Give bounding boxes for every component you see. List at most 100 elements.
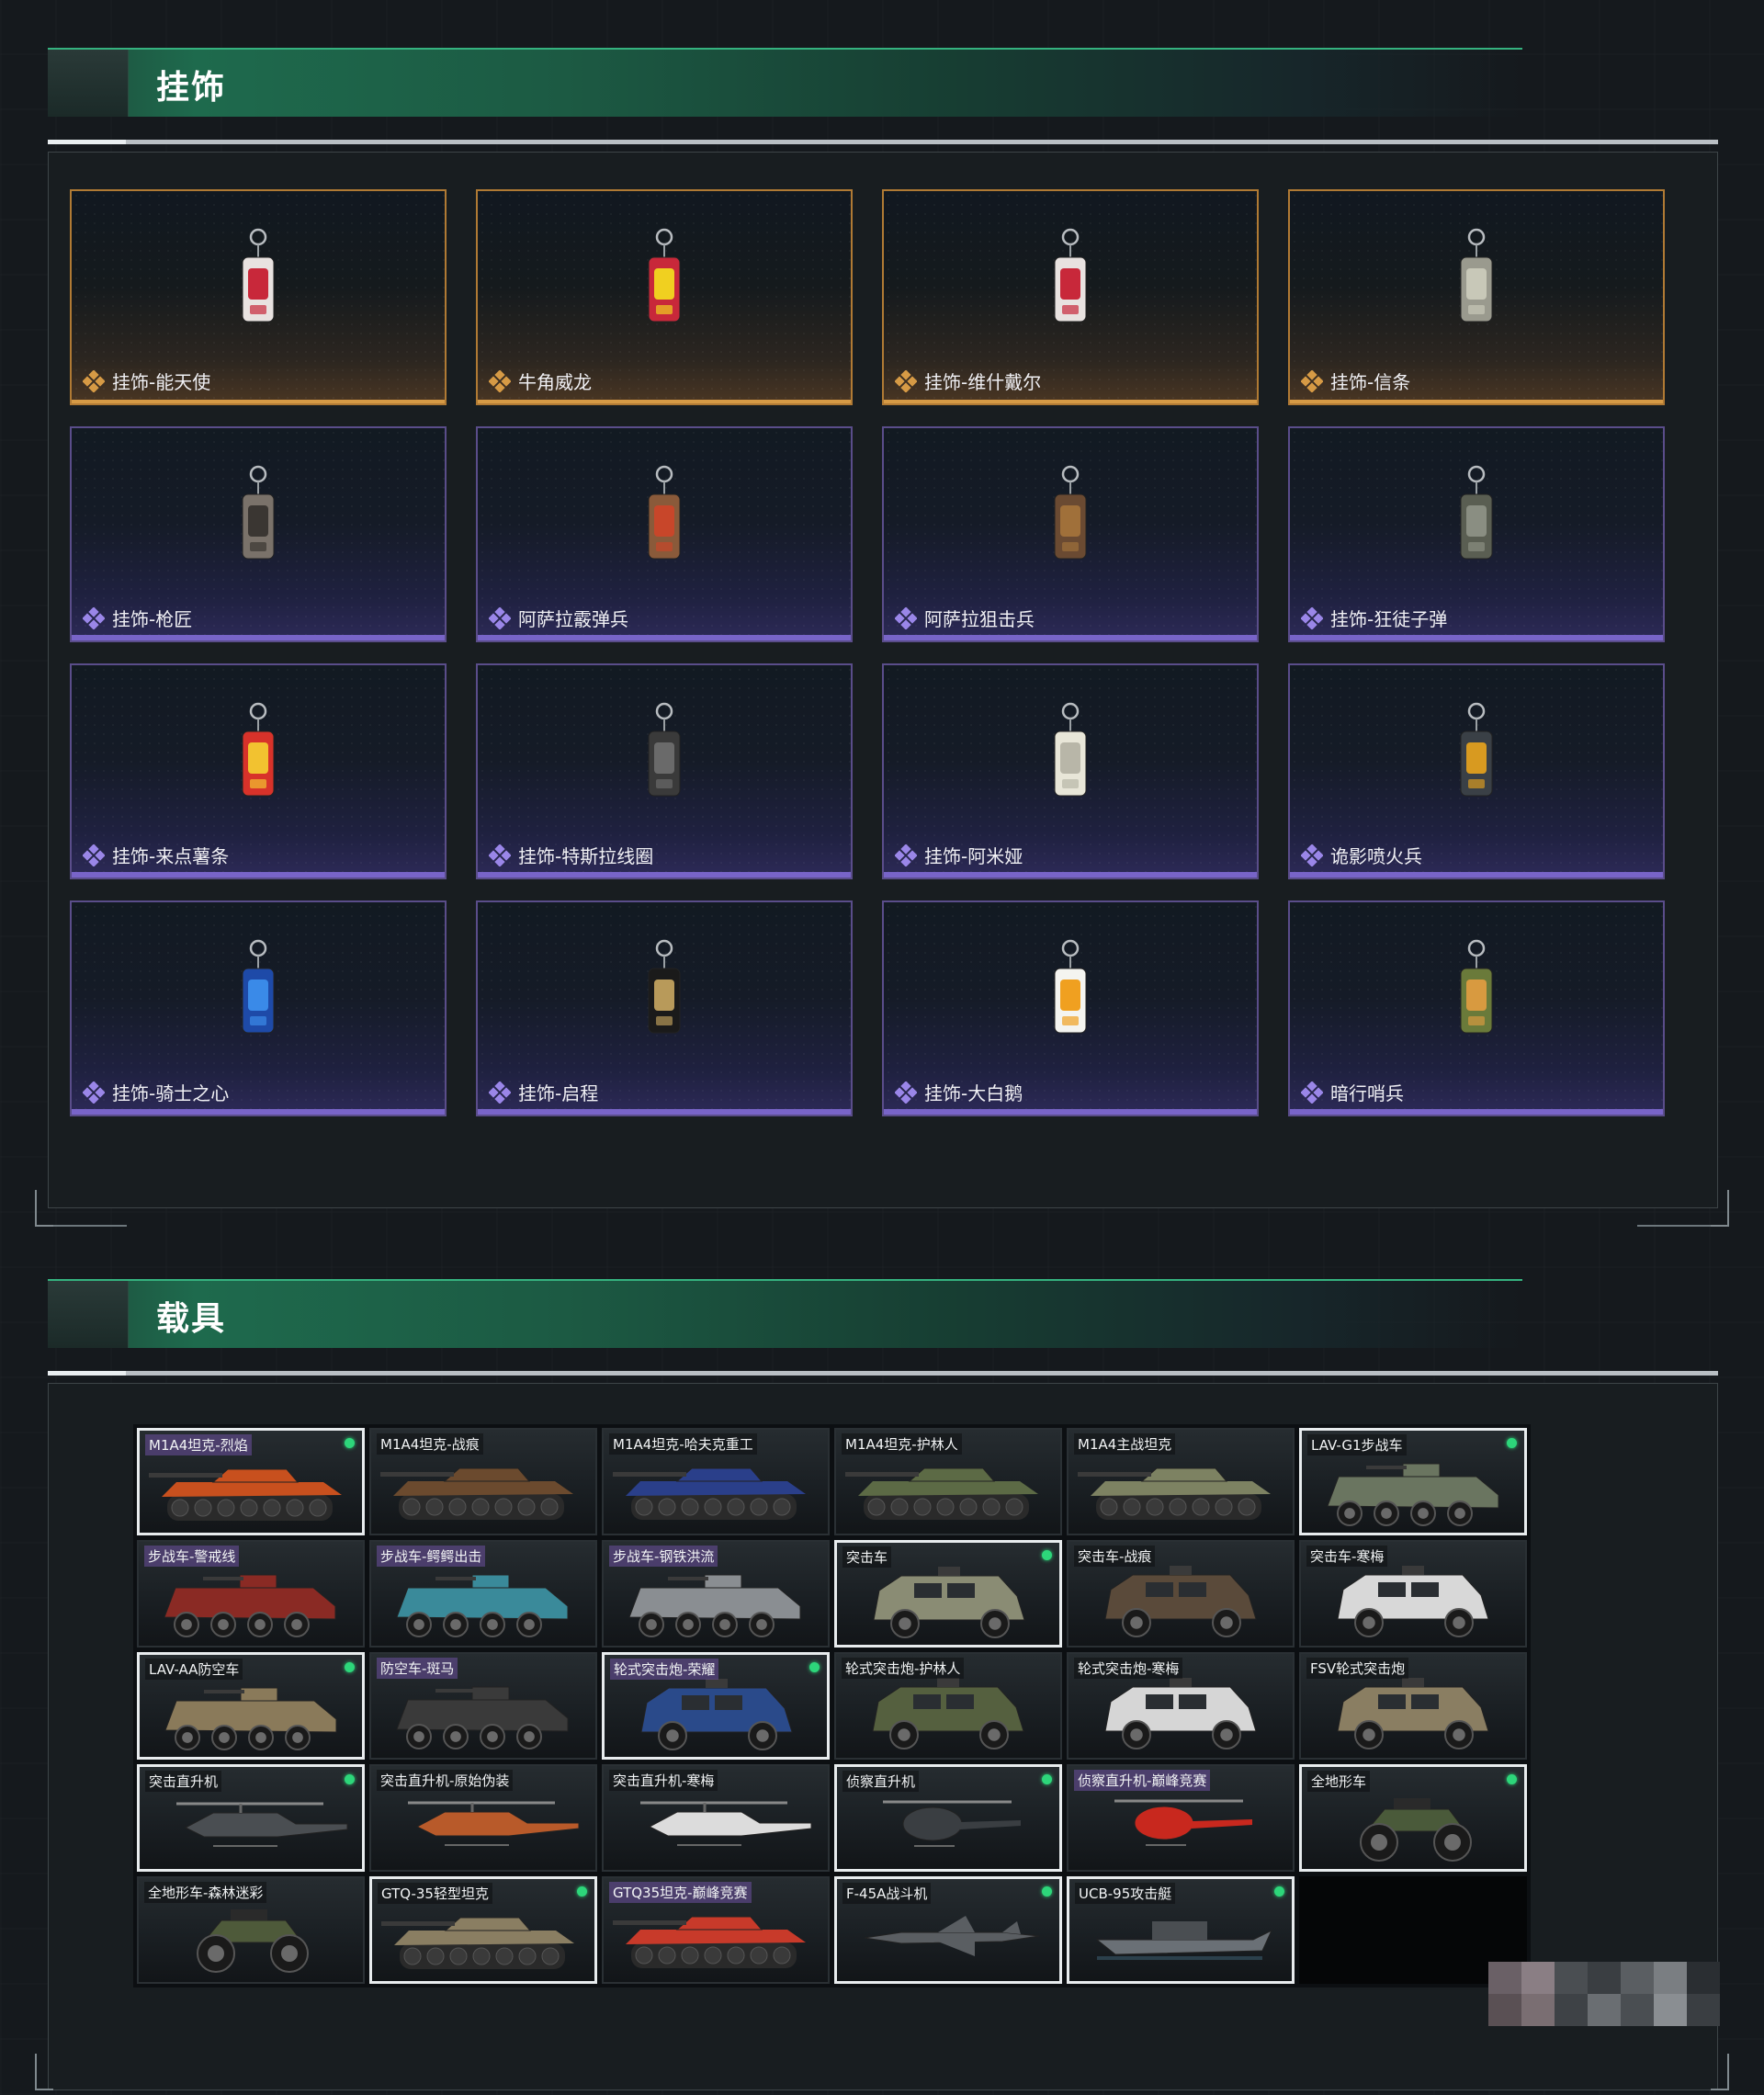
- vehicle-card[interactable]: 防空车-斑马: [369, 1652, 597, 1760]
- purple-rarity-icon: [1300, 1081, 1324, 1104]
- charm-card[interactable]: 挂饰-启程: [476, 900, 853, 1116]
- charm-card[interactable]: 挂饰-能天使: [70, 189, 447, 405]
- vehicle-label: 突击直升机-原始伪装: [377, 1770, 514, 1791]
- purple-rarity-icon: [488, 844, 512, 867]
- vehicle-card[interactable]: 侦察直升机-巅峰竞赛: [1067, 1764, 1295, 1872]
- vehicle-label: 轮式突击炮-荣耀: [610, 1659, 719, 1680]
- vehicle-label: GTQ35坦克-巅峰竞赛: [609, 1882, 752, 1903]
- owned-indicator-icon: [809, 1662, 820, 1672]
- blurred-watermark: [1488, 1962, 1720, 2026]
- vehicle-card[interactable]: LAV-AA防空车: [137, 1652, 365, 1760]
- charm-label: 挂饰-来点薯条: [112, 845, 230, 867]
- vehicle-card[interactable]: M1A4坦克-哈夫克重工: [602, 1428, 830, 1535]
- charm-label: 牛角威龙: [518, 371, 592, 393]
- vehicle-card[interactable]: 突击车-寒梅: [1299, 1540, 1527, 1648]
- rarity-bar: [1290, 1109, 1663, 1115]
- vehicle-label: 突击车: [842, 1546, 892, 1568]
- rarity-bar: [478, 400, 851, 403]
- vehicle-label: 突击车-寒梅: [1306, 1546, 1388, 1567]
- vehicle-card[interactable]: 轮式突击炮-护林人: [834, 1652, 1062, 1760]
- blur-pixel: [1687, 1994, 1720, 2026]
- vehicle-card[interactable]: 步战车-鳄鳄出击: [369, 1540, 597, 1648]
- purple-rarity-icon: [894, 1081, 918, 1104]
- vehicle-card[interactable]: 步战车-钢铁洪流: [602, 1540, 830, 1648]
- vehicle-label: M1A4坦克-护林人: [842, 1433, 962, 1455]
- vehicle-card[interactable]: 全地形车-森林迷彩: [137, 1876, 365, 1984]
- vehicle-card[interactable]: M1A4坦克-烈焰: [137, 1428, 365, 1535]
- rarity-bar: [72, 872, 445, 878]
- charm-card[interactable]: 挂饰-骑士之心: [70, 900, 447, 1116]
- vehicle-card[interactable]: UCB-95攻击艇: [1067, 1876, 1295, 1984]
- charm-gunsmith-icon: [208, 463, 309, 592]
- charm-label: 挂饰-信条: [1330, 371, 1411, 393]
- charm-card[interactable]: 挂饰-大白鹅: [882, 900, 1259, 1116]
- owned-indicator-icon: [345, 1662, 355, 1672]
- vehicle-label: 侦察直升机: [842, 1771, 920, 1792]
- rarity-bar: [72, 1109, 445, 1115]
- purple-rarity-icon: [82, 844, 106, 867]
- charm-card[interactable]: 挂饰-阿米娅: [882, 663, 1259, 879]
- vehicle-card[interactable]: 突击直升机-寒梅: [602, 1764, 830, 1872]
- purple-rarity-icon: [82, 1081, 106, 1104]
- vehicle-card[interactable]: 侦察直升机: [834, 1764, 1062, 1872]
- charm-tesla-icon: [614, 700, 715, 829]
- vehicle-card[interactable]: M1A4主战坦克: [1067, 1428, 1295, 1535]
- header-accent-block: [48, 1281, 129, 1348]
- charm-card[interactable]: 暗行哨兵: [1288, 900, 1665, 1116]
- owned-indicator-icon: [345, 1438, 355, 1448]
- rarity-bar: [72, 400, 445, 403]
- vehicle-card[interactable]: M1A4坦克-护林人: [834, 1428, 1062, 1535]
- charm-label: 挂饰-枪匠: [112, 608, 193, 630]
- vehicle-card[interactable]: LAV-G1步战车: [1299, 1428, 1527, 1535]
- vehicle-card[interactable]: 全地形车: [1299, 1764, 1527, 1872]
- vehicle-card[interactable]: GTQ35坦克-巅峰竞赛: [602, 1876, 830, 1984]
- purple-rarity-icon: [1300, 606, 1324, 630]
- charm-card[interactable]: 阿萨拉霰弹兵: [476, 426, 853, 642]
- vehicle-card[interactable]: 突击车: [834, 1540, 1062, 1648]
- vehicle-card[interactable]: 突击直升机: [137, 1764, 365, 1872]
- charm-knight-heart-icon: [208, 937, 309, 1066]
- charm-card[interactable]: 牛角威龙: [476, 189, 853, 405]
- vehicle-label: 突击直升机: [145, 1771, 222, 1792]
- charm-card[interactable]: 挂饰-特斯拉线圈: [476, 663, 853, 879]
- charm-label: 挂饰-阿米娅: [924, 845, 1023, 867]
- vehicle-card[interactable]: 轮式突击炮-寒梅: [1067, 1652, 1295, 1760]
- rarity-bar: [72, 635, 445, 640]
- charm-card[interactable]: 阿萨拉狙击兵: [882, 426, 1259, 642]
- charm-card[interactable]: 诡影喷火兵: [1288, 663, 1665, 879]
- vehicles-section-rule: [48, 1371, 1718, 1376]
- charm-card[interactable]: 挂饰-来点薯条: [70, 663, 447, 879]
- vehicle-card[interactable]: 轮式突击炮-荣耀: [602, 1652, 830, 1760]
- owned-indicator-icon: [1507, 1774, 1517, 1784]
- vehicle-label: 步战车-钢铁洪流: [609, 1546, 718, 1567]
- charm-card[interactable]: 挂饰-狂徒子弹: [1288, 426, 1665, 642]
- panel-bottom-accent: [1637, 1225, 1711, 1227]
- vehicle-label: UCB-95攻击艇: [1075, 1883, 1176, 1904]
- charm-label: 阿萨拉霰弹兵: [518, 608, 628, 630]
- vehicle-card[interactable]: 步战车-警戒线: [137, 1540, 365, 1648]
- purple-rarity-icon: [1300, 844, 1324, 867]
- vehicle-label: M1A4主战坦克: [1074, 1433, 1176, 1455]
- charm-label: 暗行哨兵: [1330, 1082, 1404, 1104]
- rarity-bar: [884, 635, 1257, 640]
- gold-rarity-icon: [488, 369, 512, 393]
- owned-indicator-icon: [1042, 1886, 1052, 1897]
- vehicle-label: 轮式突击炮-寒梅: [1074, 1658, 1183, 1679]
- vehicle-label: GTQ-35轻型坦克: [378, 1883, 492, 1904]
- charm-departure-icon: [614, 937, 715, 1066]
- charm-label: 挂饰-大白鹅: [924, 1082, 1023, 1104]
- panel-corner-right: [1711, 2054, 1729, 2090]
- blur-pixel: [1488, 1994, 1521, 2026]
- charm-card[interactable]: 挂饰-枪匠: [70, 426, 447, 642]
- charm-card[interactable]: 挂饰-信条: [1288, 189, 1665, 405]
- charm-card[interactable]: 挂饰-维什戴尔: [882, 189, 1259, 405]
- vehicle-card[interactable]: 突击车-战痕: [1067, 1540, 1295, 1648]
- blur-pixel: [1687, 1962, 1720, 1994]
- vehicle-card[interactable]: 突击直升机-原始伪装: [369, 1764, 597, 1872]
- vehicle-card[interactable]: FSV轮式突击炮: [1299, 1652, 1527, 1760]
- panel-corner-left: [35, 2054, 53, 2090]
- vehicle-card[interactable]: GTQ-35轻型坦克: [369, 1876, 597, 1984]
- vehicle-card[interactable]: M1A4坦克-战痕: [369, 1428, 597, 1535]
- vehicles-section-title: 载具: [156, 1300, 227, 1338]
- vehicle-card[interactable]: F-45A战斗机: [834, 1876, 1062, 1984]
